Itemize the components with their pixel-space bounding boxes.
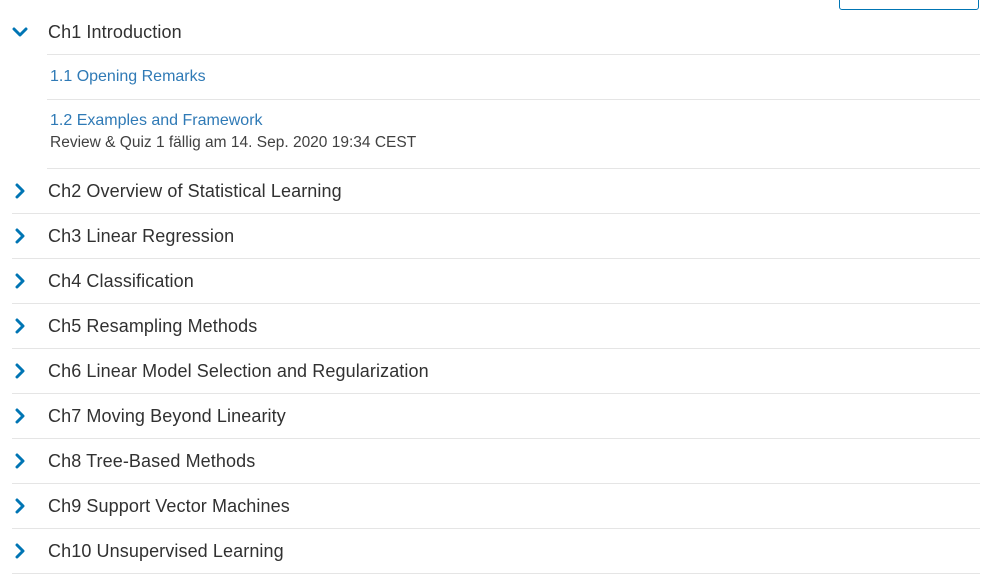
chapter-title: Ch4 Classification (48, 270, 194, 291)
chapter-title: Ch1 Introduction (48, 21, 182, 42)
chevron-right-icon[interactable] (12, 408, 28, 424)
top-action-button[interactable] (839, 0, 979, 10)
chapter-row[interactable]: Ch10 Unsupervised Learning (12, 529, 980, 574)
chapter-row[interactable]: Ch5 Resampling Methods (12, 304, 980, 349)
chapter-row[interactable]: Ch4 Classification (12, 259, 980, 304)
chevron-right-icon[interactable] (12, 543, 28, 559)
chapter-row[interactable]: Ch3 Linear Regression (12, 214, 980, 259)
subsection-link-opening-remarks[interactable]: 1.1 Opening Remarks (50, 68, 206, 86)
chevron-right-icon[interactable] (12, 318, 28, 334)
due-date-text: Review & Quiz 1 fällig am 14. Sep. 2020 … (50, 134, 417, 151)
chapter-row[interactable]: Ch2 Overview of Statistical Learning (12, 169, 980, 214)
chevron-right-icon[interactable] (12, 183, 28, 199)
chapter-title: Ch5 Resampling Methods (48, 315, 258, 336)
chapter-title: Ch6 Linear Model Selection and Regulariz… (48, 360, 429, 381)
chevron-right-icon[interactable] (12, 498, 28, 514)
chapter-title: Ch3 Linear Regression (48, 225, 235, 246)
chevron-right-icon[interactable] (12, 228, 28, 244)
chapter-title: Ch8 Tree-Based Methods (48, 450, 256, 471)
course-outline-page: Ch1 Introduction 1.1 Opening Remarks 1.2… (0, 0, 1002, 582)
chapter-ch1-subsections: 1.1 Opening Remarks 1.2 Examples and Fra… (47, 55, 980, 169)
subsection-1-2: 1.2 Examples and Framework Review & Quiz… (47, 100, 980, 169)
chapter-title: Ch2 Overview of Statistical Learning (48, 180, 342, 201)
subsection-1-1: 1.1 Opening Remarks (47, 55, 980, 100)
chapter-row[interactable]: Ch8 Tree-Based Methods (12, 439, 980, 484)
chapter-row[interactable]: Ch6 Linear Model Selection and Regulariz… (12, 349, 980, 394)
chapter-ch1[interactable]: Ch1 Introduction (12, 10, 980, 55)
chapter-title: Ch9 Support Vector Machines (48, 495, 290, 516)
chapter-title: Ch10 Unsupervised Learning (48, 540, 284, 561)
chevron-down-icon[interactable] (12, 24, 28, 40)
chapter-title: Ch7 Moving Beyond Linearity (48, 405, 286, 426)
chapter-row[interactable]: Ch7 Moving Beyond Linearity (12, 394, 980, 439)
course-outline: Ch1 Introduction 1.1 Opening Remarks 1.2… (0, 10, 1002, 574)
chevron-right-icon[interactable] (12, 273, 28, 289)
chevron-right-icon[interactable] (12, 363, 28, 379)
chapter-list: Ch2 Overview of Statistical Learning Ch3 … (0, 169, 1002, 574)
chapter-row[interactable]: Ch9 Support Vector Machines (12, 484, 980, 529)
chevron-right-icon[interactable] (12, 453, 28, 469)
subsection-link-examples-framework[interactable]: 1.2 Examples and Framework (50, 112, 263, 129)
